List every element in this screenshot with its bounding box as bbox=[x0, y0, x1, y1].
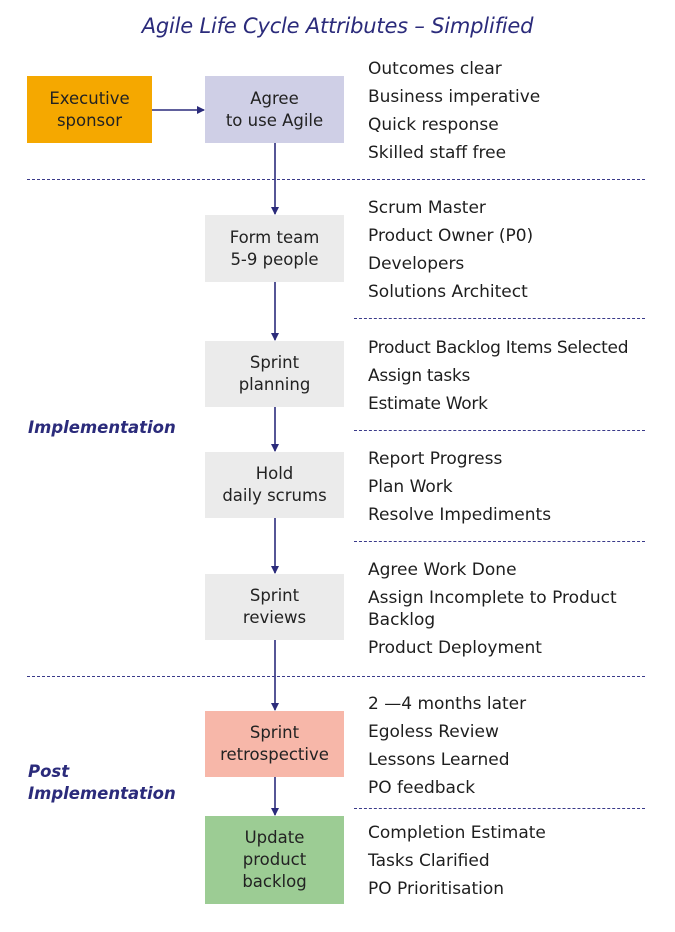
attributes-sprint-reviews: Agree Work Done Assign Incomplete to Pro… bbox=[368, 556, 643, 662]
attribute-item: Developers bbox=[368, 254, 465, 274]
phase-label-implementation: Implementation bbox=[28, 418, 176, 437]
diagram-title: Agile Life Cycle Attributes – Simplified bbox=[141, 14, 534, 38]
attribute-item: Outcomes clear bbox=[368, 59, 502, 79]
attribute-item: Tasks Clarified bbox=[368, 851, 490, 871]
attribute-item: Scrum Master bbox=[368, 198, 486, 218]
node-agree-to-use-agile: Agree to use Agile bbox=[205, 76, 344, 143]
attributes-daily-scrums: Report Progress Plan Work Resolve Impedi… bbox=[368, 445, 658, 529]
attribute-item: 2 —4 months later bbox=[368, 694, 527, 714]
attribute-divider bbox=[354, 808, 645, 809]
node-sprint-retrospective: Sprint retrospective bbox=[205, 711, 344, 777]
attribute-item: Product Owner (P0) bbox=[368, 226, 534, 246]
attributes-form-team: Scrum Master Product Owner (P0) Develope… bbox=[368, 194, 658, 306]
node-sprint-reviews: Sprint reviews bbox=[205, 574, 344, 640]
attribute-item: Quick response bbox=[368, 115, 499, 135]
node-executive-sponsor: Executive sponsor bbox=[27, 76, 152, 143]
attribute-item: Business imperative bbox=[368, 87, 541, 107]
attributes-sprint-retrospective: 2 —4 months later Egoless Review Lessons… bbox=[368, 690, 658, 802]
attribute-item: Assign tasks bbox=[368, 366, 471, 386]
node-daily-scrums: Hold daily scrums bbox=[205, 452, 344, 518]
attribute-item: Solutions Architect bbox=[368, 282, 528, 302]
attribute-item: PO Prioritisation bbox=[368, 879, 505, 899]
attribute-item: Agree Work Done bbox=[368, 560, 517, 580]
attribute-item: Product Deployment bbox=[368, 638, 542, 658]
attribute-item: Plan Work bbox=[368, 477, 453, 497]
attributes-agree: Outcomes clear Business imperative Quick… bbox=[368, 55, 658, 167]
phase-divider-pre-implementation bbox=[27, 179, 645, 180]
attributes-sprint-planning: Product Backlog Items Selected Assign ta… bbox=[368, 334, 668, 418]
attribute-item: Resolve Impediments bbox=[368, 505, 552, 525]
attributes-update-backlog: Completion Estimate Tasks Clarified PO P… bbox=[368, 819, 658, 903]
attribute-item: Report Progress bbox=[368, 449, 503, 469]
attribute-item: Lessons Learned bbox=[368, 750, 510, 770]
attribute-divider bbox=[354, 430, 645, 431]
phase-label-post-implementation: Post Implementation bbox=[28, 762, 176, 803]
attribute-item: Egoless Review bbox=[368, 722, 499, 742]
attribute-item: Skilled staff free bbox=[368, 143, 507, 163]
attribute-divider bbox=[354, 318, 645, 319]
attribute-item: Completion Estimate bbox=[368, 823, 546, 843]
attribute-divider bbox=[354, 541, 645, 542]
attribute-item: PO feedback bbox=[368, 778, 476, 798]
attribute-item: Assign Incomplete to Product Backlog bbox=[368, 588, 617, 630]
node-update-product-backlog: Update product backlog bbox=[205, 816, 344, 904]
phase-divider-post-implementation bbox=[27, 676, 645, 677]
node-form-team: Form team 5-9 people bbox=[205, 215, 344, 282]
attribute-item: Estimate Work bbox=[368, 394, 488, 414]
attribute-item: Product Backlog Items Selected bbox=[368, 338, 629, 358]
node-sprint-planning: Sprint planning bbox=[205, 341, 344, 407]
